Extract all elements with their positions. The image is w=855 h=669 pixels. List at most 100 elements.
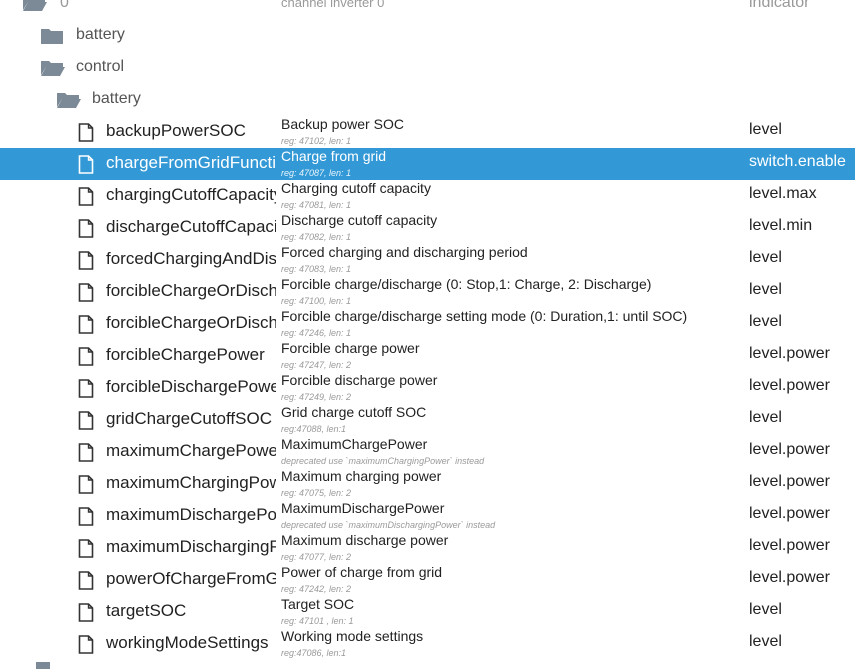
file-icon [78, 411, 94, 430]
state-row[interactable]: backupPowerSOC Backup power SOC reg: 47102… [0, 116, 855, 148]
state-description: reg: 47246, len: 1 [281, 328, 352, 338]
state-title: Grid charge cutoff SOC [281, 404, 427, 420]
state-title: Forced charging and discharging period [281, 244, 528, 260]
state-id: gridChargeCutoffSOC [106, 409, 272, 428]
state-role: level.min [749, 217, 813, 234]
state-description: deprecated use `maximumChargingPower` in… [281, 456, 485, 466]
state-description: reg: 47247, len: 2 [281, 360, 352, 370]
state-title: Charging cutoff capacity [281, 180, 431, 196]
state-id: workingModeSettings [106, 633, 269, 652]
folder-label: battery [92, 90, 141, 107]
state-id: maximumDischargePower [106, 505, 276, 524]
state-row[interactable]: maximumChargePower MaximumChargePower depr… [0, 436, 855, 468]
state-title: MaximumChargePower [281, 436, 428, 452]
state-row[interactable]: forcibleChargePower Forcible charge power… [0, 340, 855, 372]
state-title: Target SOC [281, 596, 355, 612]
state-role: level.power [749, 345, 830, 362]
state-row[interactable]: powerOfChargeFromGrid Power of charge fro… [0, 564, 855, 596]
state-description: deprecated use `maximumDischargingPower`… [281, 520, 496, 530]
state-description: reg: 47100, len: 1 [281, 296, 352, 306]
state-id: forcedChargingAndDischargingPeriod [106, 249, 276, 268]
file-icon [78, 347, 94, 366]
state-role: level.power [749, 441, 830, 458]
file-icon [78, 123, 94, 142]
state-description: reg: 47249, len: 2 [281, 392, 352, 402]
folder-open-icon [40, 59, 66, 82]
state-description: reg: 47075, len: 2 [281, 488, 352, 498]
state-title: Forcible charge power [281, 340, 420, 356]
file-icon [78, 635, 94, 654]
state-row[interactable]: targetSOC Target SOC reg: 47101 , len: 1 le… [0, 596, 855, 628]
state-row[interactable]: maximumChargingPower Maximum charging pow… [0, 468, 855, 500]
state-row[interactable]: maximumDischargingPower Maximum discharge… [0, 532, 855, 564]
folder-closed-icon [40, 27, 64, 50]
state-description: reg:47086, len:1 [281, 648, 347, 658]
state-row[interactable]: dischargeCutoffCapacity Discharge cutoff … [0, 212, 855, 244]
state-title: Working mode settings [281, 628, 424, 644]
state-role: level [749, 121, 782, 138]
state-title: Forcible charge/discharge (0: Stop,1: Ch… [281, 276, 652, 292]
file-icon [78, 379, 94, 398]
state-id: maximumDischargingPower [106, 537, 276, 556]
state-description: reg: 47083, len: 1 [281, 264, 352, 274]
file-icon [78, 539, 94, 558]
tree-row-folder-control[interactable]: control [0, 52, 855, 84]
state-description: reg: 47087, len: 1 [281, 168, 352, 178]
tree-row-folder-control-battery[interactable]: battery [0, 84, 855, 116]
state-role: level [749, 633, 782, 650]
state-row[interactable]: forcibleChargeOrDischargeSettingMode Forc… [0, 308, 855, 340]
folder-open-icon [22, 0, 48, 17]
state-id: maximumChargePower [106, 441, 276, 460]
folder-open-icon [56, 91, 82, 114]
file-icon [78, 571, 94, 590]
state-role: level [749, 281, 782, 298]
file-icon [78, 187, 94, 206]
file-icon [78, 507, 94, 526]
state-id: chargeFromGridFunction [106, 153, 276, 172]
state-row[interactable]: maximumDischargePower MaximumDischargePow… [0, 500, 855, 532]
state-role: level.power [749, 505, 830, 522]
state-row[interactable]: chargingCutoffCapacity Charging cutoff ca… [0, 180, 855, 212]
state-id: backupPowerSOC [106, 121, 246, 140]
state-id: forcibleChargeOrDischarge [106, 281, 276, 300]
state-title: Forcible charge/discharge setting mode (… [281, 308, 688, 324]
folder-closed-icon [36, 662, 50, 669]
state-description: reg:47088, len:1 [281, 424, 347, 434]
state-description: reg: 47081, len: 1 [281, 200, 352, 210]
state-id: forcibleChargePower [106, 345, 265, 364]
state-row[interactable]: gridChargeCutoffSOC Grid charge cutoff SO… [0, 404, 855, 436]
state-row[interactable]: forcibleChargeOrDischarge Forcible charge… [0, 276, 855, 308]
file-icon [78, 315, 94, 334]
state-role: level [749, 409, 782, 426]
state-id: dischargeCutoffCapacity [106, 217, 276, 236]
state-role: level.power [749, 569, 830, 586]
file-icon [78, 155, 94, 174]
state-row[interactable]: workingModeSettings Working mode settings… [0, 628, 855, 660]
state-row[interactable]: forcibleDischargePower Forcible discharge… [0, 372, 855, 404]
state-id: chargingCutoffCapacity [106, 185, 276, 204]
state-title: Discharge cutoff capacity [281, 212, 438, 228]
state-role: level.power [749, 537, 830, 554]
tree-row-channel-0[interactable]: 0 channel inverter 0 indicator [0, 0, 855, 22]
file-icon [78, 283, 94, 302]
state-role: level [749, 601, 782, 618]
file-icon [78, 475, 94, 494]
channel-role: indicator [749, 0, 810, 11]
state-row[interactable]: forcedChargingAndDischargingPeriod Forced… [0, 244, 855, 276]
state-description: reg: 47082, len: 1 [281, 232, 352, 242]
state-role: level.max [749, 185, 817, 202]
channel-title: channel inverter 0 [281, 0, 385, 10]
state-id: forcibleChargeOrDischargeSettingMode [106, 313, 276, 332]
state-role: level [749, 313, 782, 330]
file-icon [78, 219, 94, 238]
state-description: reg: 47242, len: 2 [281, 584, 352, 594]
tree-row-folder-battery[interactable]: battery [0, 20, 855, 52]
state-id: forcibleDischargePower [106, 377, 276, 396]
file-icon [78, 603, 94, 622]
state-id: targetSOC [106, 601, 187, 620]
state-id: maximumChargingPower [106, 473, 276, 492]
file-icon [78, 443, 94, 462]
state-row[interactable]: chargeFromGridFunction Charge from grid re… [0, 148, 855, 180]
state-role: level.power [749, 473, 830, 490]
state-title: Backup power SOC [281, 116, 404, 132]
